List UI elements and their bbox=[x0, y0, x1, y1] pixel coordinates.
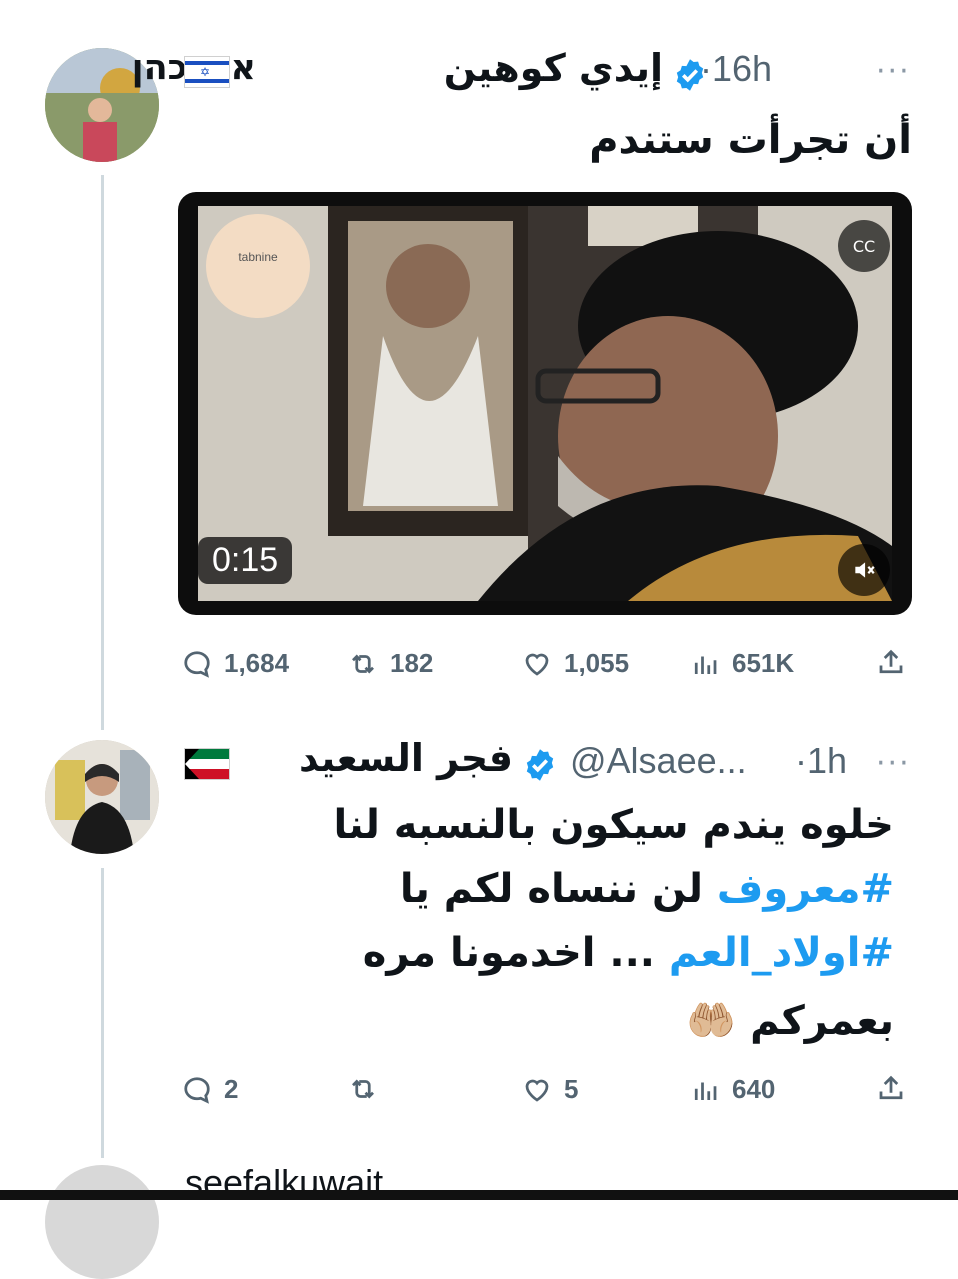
tweet-text-segment: ... اخدمونا مره bbox=[362, 930, 669, 976]
views-button[interactable]: 651K bbox=[690, 648, 794, 679]
like-button[interactable]: 1,055 bbox=[522, 648, 629, 679]
verified-badge-icon bbox=[526, 749, 554, 781]
view-count: 640 bbox=[732, 1074, 776, 1104]
video-player[interactable]: tabnine 0:15 CC bbox=[178, 192, 912, 615]
reply-count: 2 bbox=[224, 1074, 239, 1104]
verified-badge-icon bbox=[676, 59, 704, 91]
hashtag-link[interactable]: #اولاد_العم bbox=[669, 930, 894, 976]
share-icon bbox=[879, 649, 903, 674]
tweet-time[interactable]: ·16h bbox=[700, 48, 772, 90]
captions-icon[interactable]: CC bbox=[838, 220, 890, 272]
share-button[interactable] bbox=[876, 1074, 906, 1104]
bottom-edge bbox=[0, 1190, 958, 1200]
mute-icon[interactable] bbox=[838, 544, 890, 596]
display-name[interactable]: إيدي كوهين bbox=[444, 46, 663, 90]
video-thumbnail: tabnine bbox=[198, 206, 892, 601]
tweet-text-line: #معروف لن ننساه لكم يا bbox=[400, 859, 894, 919]
retweet-icon bbox=[352, 1079, 374, 1099]
tweet-text-line: بعمركم 🤲🏼 bbox=[686, 998, 894, 1044]
more-options-icon[interactable]: ··· bbox=[876, 57, 911, 87]
share-button[interactable] bbox=[876, 648, 906, 678]
avatar[interactable] bbox=[45, 740, 159, 854]
like-count: 1,055 bbox=[564, 648, 630, 678]
reply-button[interactable]: 1,684 bbox=[182, 648, 289, 679]
user-handle[interactable]: @Alsaee... bbox=[570, 740, 747, 782]
view-count: 651K bbox=[732, 648, 795, 678]
tweet-time[interactable]: ·1h bbox=[795, 740, 847, 782]
views-button[interactable]: 640 bbox=[690, 1074, 775, 1105]
tweet-text-line: #اولاد_العم ... اخدمونا مره bbox=[363, 923, 894, 983]
share-icon bbox=[879, 1075, 903, 1100]
reply-icon bbox=[184, 650, 210, 678]
thread-line bbox=[101, 175, 104, 730]
heart-icon bbox=[525, 653, 549, 676]
kuwait-flag-icon bbox=[184, 748, 230, 780]
israel-flag-icon: ✡ bbox=[184, 56, 230, 88]
reply-button[interactable]: 2 bbox=[182, 1074, 238, 1105]
video-duration: 0:15 bbox=[198, 537, 293, 584]
views-icon bbox=[694, 656, 717, 674]
heart-icon bbox=[525, 1079, 549, 1102]
retweet-button[interactable]: 182 bbox=[348, 648, 433, 679]
video-frame: tabnine bbox=[198, 206, 892, 601]
retweet-count: 182 bbox=[390, 648, 434, 678]
reply-icon bbox=[184, 1076, 210, 1104]
thread-line bbox=[101, 868, 104, 1158]
tweet-text-segment: لن ننساه لكم يا bbox=[399, 866, 717, 912]
retweet-button[interactable] bbox=[348, 1074, 390, 1104]
reply-count: 1,684 bbox=[224, 648, 290, 678]
svg-text:tabnine: tabnine bbox=[238, 250, 278, 264]
tweet-text: أن تجرأت ستندم bbox=[589, 117, 912, 163]
like-button[interactable]: 5 bbox=[522, 1074, 578, 1105]
retweet-icon bbox=[352, 654, 374, 673]
display-name[interactable]: فجر السعيد bbox=[299, 736, 513, 780]
more-options-icon[interactable]: ··· bbox=[876, 749, 911, 779]
like-count: 5 bbox=[564, 1074, 579, 1104]
views-icon bbox=[694, 1082, 717, 1100]
hashtag-link[interactable]: #معروف bbox=[717, 866, 894, 912]
tweet-text-line: خلوه يندم سيكون بالنسبه لنا bbox=[333, 802, 894, 848]
avatar-photo bbox=[45, 740, 159, 854]
avatar[interactable] bbox=[45, 1165, 159, 1279]
